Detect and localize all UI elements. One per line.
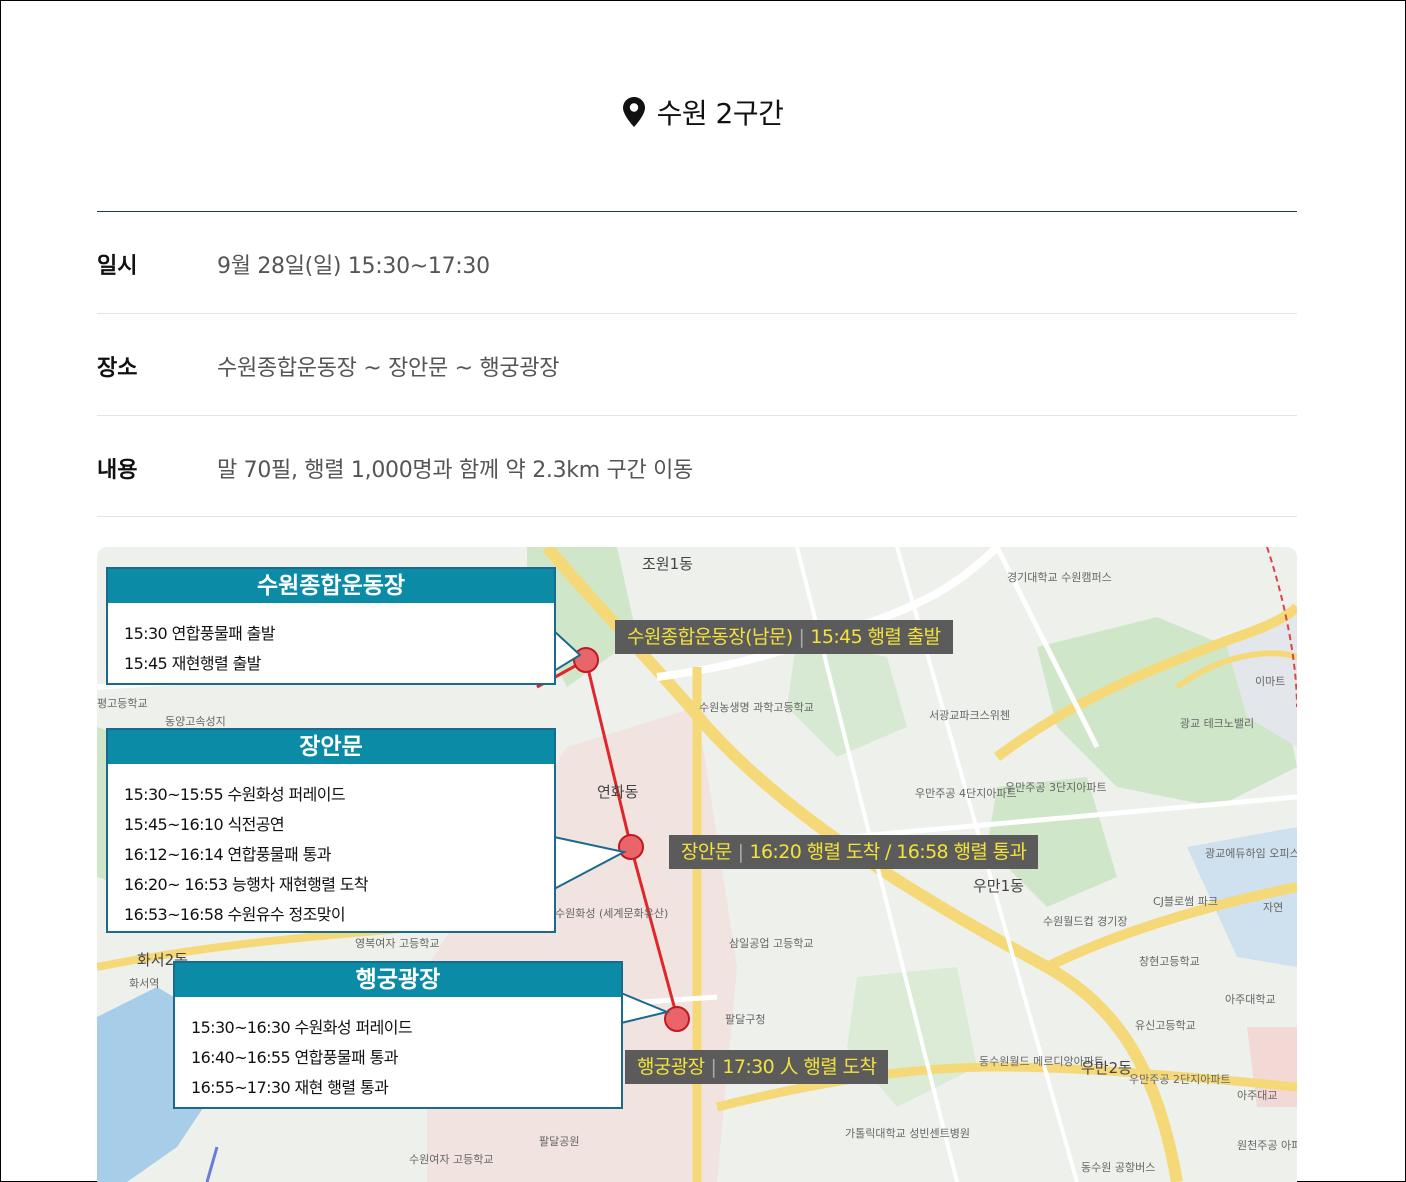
map-label: 동양고속성지 — [165, 715, 226, 728]
map-label: 영복여자 고등학교 — [355, 937, 440, 950]
map-label: 수원월드컵 경기장 — [1043, 915, 1128, 928]
map-label: 우만1동 — [973, 877, 1024, 895]
map-label: 연화동 — [597, 783, 639, 801]
place-value: 수원종합운동장 ~ 장안문 ~ 행궁광장 — [217, 356, 560, 381]
map-label: 수원화성 (세계문화유산) — [555, 907, 669, 920]
schedule-item: 16:20~ 16:53 능행차 재현행렬 도착 — [124, 875, 369, 894]
map-label: 수원여자 고등학교 — [409, 1153, 494, 1166]
schedule-item: 15:30~15:55 수원화성 퍼레이드 — [124, 785, 346, 804]
divider — [97, 313, 1297, 314]
divider — [97, 415, 1297, 416]
map-label: 팔달공원 — [539, 1135, 580, 1148]
schedule-item: 15:30~16:30 수원화성 퍼레이드 — [191, 1018, 413, 1037]
map-label: 우만2동 — [1081, 1059, 1132, 1077]
map-label: 원천주공 아파트 — [1237, 1139, 1297, 1152]
stop-card-janganmun: 장안문 15:30~15:55 수원화성 퍼레이드 15:45~16:10 식전… — [106, 728, 556, 933]
route-map[interactable]: 조원1동 경기대학교 수원캠퍼스 이마트 서광교파크스위첸 광교 테크노밸리 수… — [97, 547, 1297, 1182]
schedule-item: 16:12~16:14 연합풍물패 통과 — [124, 845, 331, 864]
tag-place: 수원종합운동장(남문) — [627, 626, 793, 648]
stop-tag-janganmun: 장안문 | 16:20 행렬 도착 / 16:58 행렬 통과 — [669, 835, 1039, 869]
map-label: 우만주공 4단지아파트 — [915, 787, 1017, 800]
stop-card-stadium: 수원종합운동장 15:30 연합풍물패 출발 15:45 재현행렬 출발 — [106, 567, 556, 685]
tag-text: 15:45 행렬 출발 — [810, 626, 941, 648]
map-label: 광교 테크노밸리 — [1179, 717, 1255, 730]
tag-place: 장안문 — [681, 841, 732, 863]
map-label: 화서역 — [129, 977, 160, 990]
date-label: 일시 — [97, 254, 138, 279]
section-title: 수원 2구간 — [0, 92, 1406, 134]
content-value: 말 70필, 행렬 1,000명과 함께 약 2.3km 구간 이동 — [217, 458, 693, 483]
schedule-item: 15:30 연합풍물패 출발 — [124, 624, 276, 643]
schedule-item: 16:55~17:30 재현 행렬 통과 — [191, 1078, 389, 1097]
schedule-item: 15:45 재현행렬 출발 — [124, 654, 261, 673]
map-label: 삼일공업 고등학교 — [729, 937, 814, 950]
map-label: 경기대학교 수원캠퍼스 — [1007, 571, 1112, 584]
tag-text: 17:30 人 행렬 도착 — [722, 1056, 877, 1078]
schedule-item: 16:40~16:55 연합풍물패 통과 — [191, 1048, 398, 1067]
schedule-item: 15:45~16:10 식전공연 — [124, 815, 285, 834]
schedule-item: 16:53~16:58 수원유수 정조맞이 — [124, 905, 346, 924]
map-label: CJ블로썸 파크 — [1153, 895, 1219, 908]
map-label: 이마트 — [1255, 675, 1286, 688]
stop-tag-stadium: 수원종합운동장(남문) | 15:45 행렬 출발 — [615, 620, 953, 654]
map-label: 조원1동 — [642, 555, 693, 573]
map-label: 광교에듀하임 오피스텔 — [1205, 847, 1297, 860]
map-label: 우만주공 3단지아파트 — [1005, 781, 1107, 794]
map-label: 유신고등학교 — [1135, 1019, 1196, 1032]
tag-place: 행궁광장 — [637, 1056, 705, 1078]
tag-text: 16:20 행렬 도착 / 16:58 행렬 통과 — [749, 841, 1027, 863]
map-label: 동수원 공항버스 — [1081, 1161, 1156, 1174]
map-label: 창현고등학교 — [1139, 955, 1200, 968]
date-value: 9월 28일(일) 15:30~17:30 — [217, 254, 490, 279]
section-title-text: 수원 2구간 — [656, 97, 784, 130]
map-label: 아주대교 — [1237, 1089, 1278, 1102]
divider — [97, 516, 1297, 517]
place-label: 장소 — [97, 356, 138, 381]
stop-tag-haenggung: 행궁광장 | 17:30 人 행렬 도착 — [625, 1050, 889, 1084]
map-label: 팔달구청 — [725, 1013, 766, 1026]
map-label: 아주대학교 — [1225, 993, 1276, 1006]
map-label: 서광교파크스위첸 — [929, 709, 1010, 722]
map-label: 동수원월드 메르디앙아파트 — [979, 1055, 1104, 1068]
stop-card-title: 행궁광장 — [175, 963, 621, 997]
info-top-rule — [97, 211, 1297, 212]
map-label: 가톨릭대학교 성빈센트병원 — [845, 1127, 970, 1140]
stop-card-haenggung: 행궁광장 15:30~16:30 수원화성 퍼레이드 16:40~16:55 연… — [173, 961, 623, 1109]
map-label: 평고등학교 — [97, 697, 148, 710]
map-label: 수원농생명 과학고등학교 — [699, 701, 814, 714]
stop-card-title: 장안문 — [108, 730, 554, 764]
map-label: 자연 — [1263, 901, 1284, 914]
stop-card-title: 수원종합운동장 — [108, 569, 554, 603]
location-pin-icon — [622, 97, 645, 134]
map-label: 우만주공 2단지아파트 — [1129, 1073, 1231, 1086]
content-label: 내용 — [97, 458, 138, 483]
